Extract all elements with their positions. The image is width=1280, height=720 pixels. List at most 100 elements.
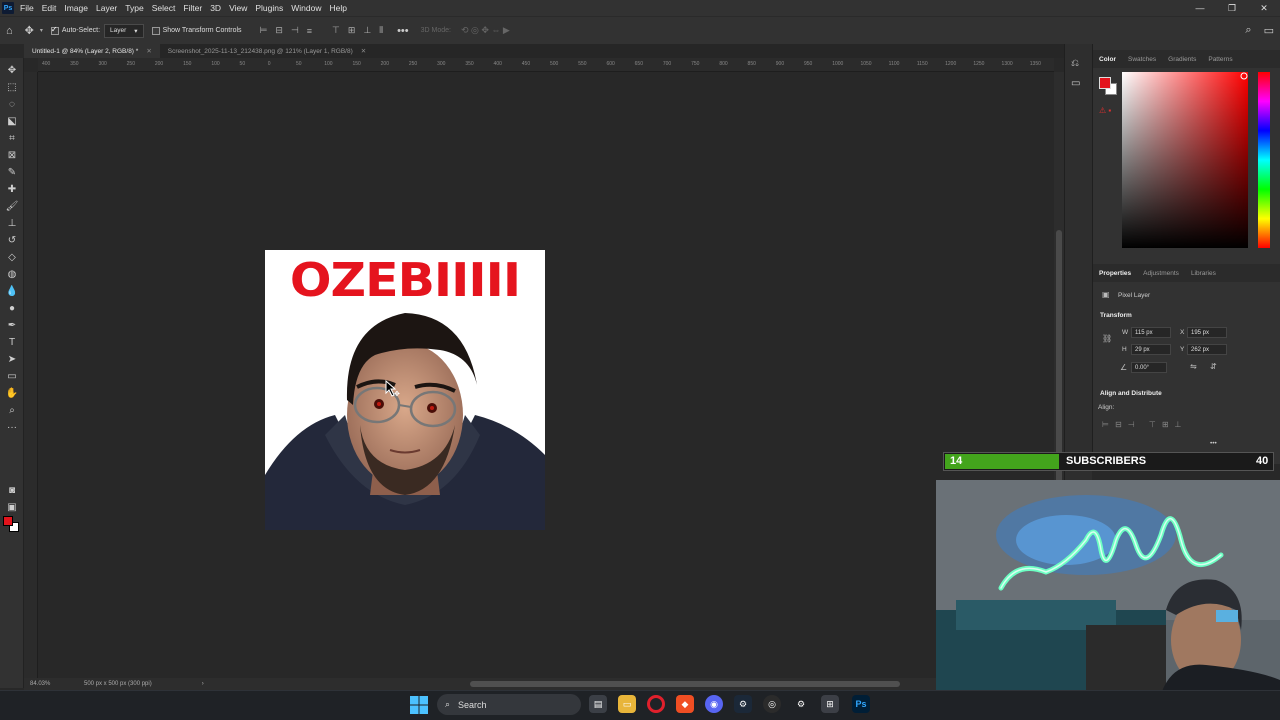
more-properties-icon[interactable]: ••• (1210, 440, 1217, 447)
layer-select[interactable]: Layer ▾ (104, 23, 144, 38)
more-options-icon[interactable]: ••• (397, 25, 409, 37)
menu-filter[interactable]: Filter (183, 3, 202, 13)
tab-properties[interactable]: Properties (1093, 270, 1137, 277)
close-button[interactable]: ✕ (1248, 0, 1280, 16)
align-distribute-heading[interactable]: Align and Distribute (1100, 390, 1162, 397)
document-tab[interactable]: Untitled-1 @ 84% (Layer 2, RGB/8) * ✕ (24, 44, 160, 58)
photoshop-taskbar-icon[interactable]: Ps (852, 695, 870, 713)
marquee-tool-icon[interactable]: ⬚ (4, 80, 20, 94)
menu-type[interactable]: Type (125, 3, 143, 13)
search-icon[interactable]: ⌕ (1245, 24, 1251, 37)
distribute-vertical-icon[interactable]: ⫴ (379, 25, 383, 36)
y-field[interactable]: 262 px (1187, 344, 1227, 355)
foreground-color-swatch[interactable] (3, 516, 13, 526)
brush-tool-icon[interactable]: 🖌 (4, 199, 20, 213)
task-view-icon[interactable]: ▤ (589, 695, 607, 713)
menu-layer[interactable]: Layer (96, 3, 117, 13)
dodge-tool-icon[interactable]: ● (4, 301, 20, 315)
flip-vertical-icon[interactable]: ⇵ (1210, 362, 1217, 371)
transform-controls-checkbox[interactable] (151, 26, 160, 35)
move-tool-icon[interactable]: ✥ (4, 63, 20, 77)
tab-adjustments[interactable]: Adjustments (1137, 270, 1185, 277)
rectangle-tool-icon[interactable]: ▭ (4, 369, 20, 383)
pen-tool-icon[interactable]: ✒ (4, 318, 20, 332)
align-top-icon[interactable]: ⊤ (332, 25, 340, 36)
discord-icon[interactable]: ◉ (705, 695, 723, 713)
color-picker-field[interactable] (1122, 72, 1248, 248)
zoom-tool-icon[interactable]: ⌕ (4, 403, 20, 417)
angle-field[interactable]: 0.00° (1131, 362, 1167, 373)
document-tab[interactable]: Screenshot_2025-11-13_212438.png @ 121% … (160, 44, 374, 58)
screen-mode-icon[interactable]: ▣ (4, 500, 20, 514)
move-tool-icon[interactable]: ✥ (25, 24, 34, 37)
brave-icon[interactable]: ◆ (676, 695, 694, 713)
taskbar-search[interactable]: ⌕ Search (437, 694, 581, 715)
tab-gradients[interactable]: Gradients (1162, 56, 1202, 63)
healing-brush-icon[interactable]: ✚ (4, 182, 20, 196)
close-icon[interactable]: ✕ (146, 47, 151, 55)
workspace-icon[interactable]: ▭ (1264, 24, 1274, 37)
x-field[interactable]: 195 px (1187, 327, 1227, 338)
transform-heading[interactable]: Transform (1100, 312, 1132, 319)
file-explorer-icon[interactable]: ▭ (618, 695, 636, 713)
path-select-icon[interactable]: ➤ (4, 352, 20, 366)
tab-swatches[interactable]: Swatches (1122, 56, 1162, 63)
vertical-scroll-thumb[interactable] (1056, 230, 1062, 490)
lasso-tool-icon[interactable]: ◌ (4, 97, 20, 111)
hand-tool-icon[interactable]: ✋ (4, 386, 20, 400)
obs-icon[interactable]: ◎ (763, 695, 781, 713)
menu-select[interactable]: Select (152, 3, 176, 13)
paint-bucket-icon[interactable]: ◍ (4, 267, 20, 281)
link-icon[interactable]: ⛓ (1102, 334, 1112, 343)
windows-start-icon[interactable] (410, 696, 428, 714)
tab-patterns[interactable]: Patterns (1202, 56, 1238, 63)
close-icon[interactable]: ✕ (361, 47, 366, 55)
align-buttons-icon[interactable]: ⊨⊟⊣ ⊤⊞⊥ (1102, 420, 1188, 429)
document-canvas[interactable]: OZEBIIIII (265, 250, 545, 530)
type-tool-icon[interactable]: T (4, 335, 20, 349)
crop-tool-icon[interactable]: ⌗ (4, 131, 20, 145)
photoshop-logo-icon[interactable]: Ps (2, 2, 14, 14)
blur-tool-icon[interactable]: 💧 (4, 284, 20, 298)
align-bottom-icon[interactable]: ⊥ (363, 25, 371, 36)
home-icon[interactable]: ⌂ (6, 25, 13, 37)
distribute-icon[interactable]: ≡ (307, 26, 312, 36)
zoom-level[interactable]: 84.03% (30, 681, 80, 687)
align-middle-icon[interactable]: ⊞ (348, 25, 356, 36)
person-photo-layer[interactable] (265, 305, 545, 530)
hue-slider[interactable] (1258, 72, 1270, 248)
align-center-icon[interactable]: ⊟ (275, 25, 283, 36)
menu-file[interactable]: File (20, 3, 34, 13)
opera-icon[interactable] (647, 695, 665, 713)
menu-edit[interactable]: Edit (42, 3, 57, 13)
settings-icon[interactable]: ⚙ (792, 695, 810, 713)
comments-icon[interactable]: ▭ (1071, 78, 1080, 89)
canvas-workspace[interactable] (38, 72, 1054, 678)
minimize-button[interactable]: — (1184, 0, 1216, 16)
clone-stamp-icon[interactable]: ⊥ (4, 216, 20, 230)
object-select-tool-icon[interactable]: ⬕ (4, 114, 20, 128)
frame-tool-icon[interactable]: ⊠ (4, 148, 20, 162)
history-brush-icon[interactable]: ↺ (4, 233, 20, 247)
steam-icon[interactable]: ⚙ (734, 695, 752, 713)
menu-3d[interactable]: 3D (210, 3, 221, 13)
tab-color[interactable]: Color (1093, 56, 1122, 63)
chevron-down-icon[interactable]: ▾ (40, 27, 43, 34)
menu-view[interactable]: View (229, 3, 247, 13)
eraser-tool-icon[interactable]: ◇ (4, 250, 20, 264)
menu-window[interactable]: Window (291, 3, 321, 13)
history-icon[interactable]: ⎌ (1071, 58, 1079, 69)
align-right-icon[interactable]: ⊣ (291, 25, 299, 36)
status-menu-arrow[interactable]: › (202, 681, 204, 687)
flip-horizontal-icon[interactable]: ⇋ (1190, 362, 1197, 371)
horizontal-scroll-thumb[interactable] (470, 681, 900, 687)
menu-plugins[interactable]: Plugins (255, 3, 283, 13)
auto-select-checkbox[interactable] (50, 25, 59, 35)
color-panel-foreground-swatch[interactable] (1099, 77, 1111, 89)
align-left-icon[interactable]: ⊨ (260, 25, 268, 36)
more-tools-icon[interactable]: ··· (4, 420, 20, 434)
restore-button[interactable]: ❐ (1216, 0, 1248, 16)
menu-image[interactable]: Image (64, 3, 88, 13)
tab-libraries[interactable]: Libraries (1185, 270, 1222, 277)
menu-help[interactable]: Help (329, 3, 346, 13)
